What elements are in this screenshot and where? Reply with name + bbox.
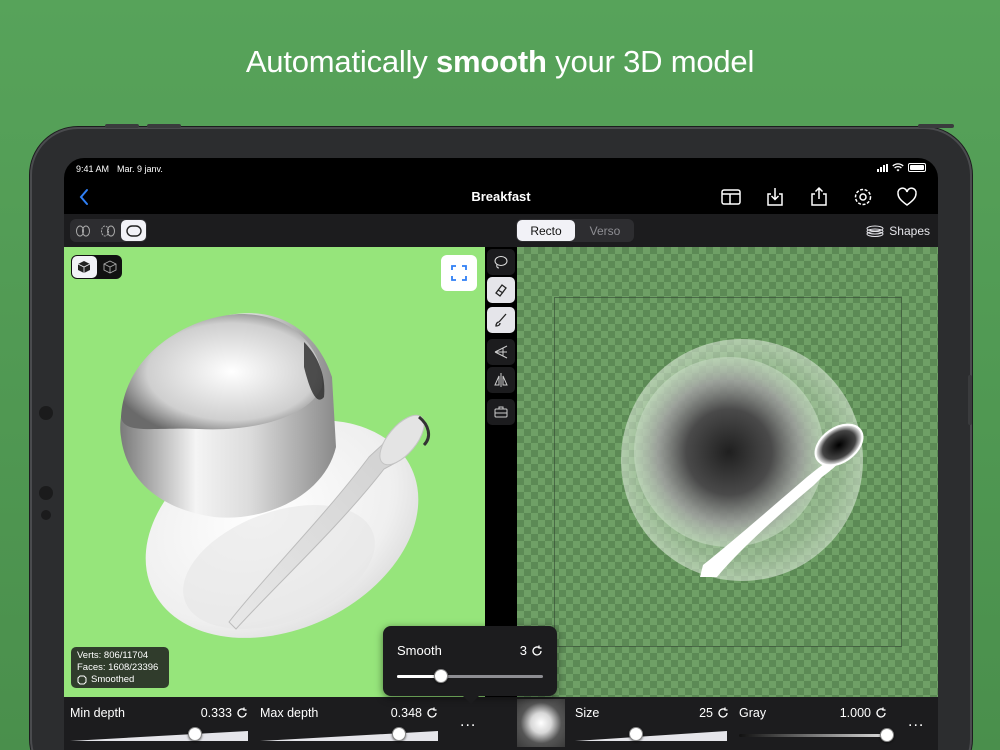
smooth-popover: Smooth 3 bbox=[383, 626, 557, 704]
gray-label: Gray bbox=[739, 706, 767, 720]
max-depth-slider[interactable] bbox=[260, 727, 438, 745]
fullscreen-button[interactable] bbox=[441, 255, 477, 291]
faces-stat: Faces: 1608/23396 bbox=[77, 662, 159, 673]
min-depth-value: 0.333 bbox=[200, 706, 232, 720]
symmetry-icon[interactable] bbox=[487, 367, 515, 393]
headline: Automatically smooth your 3D model bbox=[0, 44, 1000, 80]
brush-preview bbox=[517, 699, 565, 747]
status-bar: 9:41 AM Mar. 9 janv. bbox=[64, 158, 938, 180]
layout-icon[interactable] bbox=[720, 186, 742, 208]
more-options-button[interactable]: ... bbox=[460, 713, 476, 731]
shapes-label: Shapes bbox=[889, 224, 930, 238]
settings-icon[interactable] bbox=[852, 186, 874, 208]
camera-dot bbox=[39, 406, 53, 420]
smooth-label: Smooth bbox=[397, 643, 442, 658]
gray-knob[interactable] bbox=[880, 728, 894, 742]
lasso-icon[interactable] bbox=[487, 249, 515, 275]
headline-prefix: Automatically bbox=[245, 44, 436, 79]
perspective-icon[interactable] bbox=[487, 339, 515, 365]
reset-icon[interactable] bbox=[426, 707, 438, 719]
tab-verso[interactable]: Verso bbox=[576, 219, 634, 242]
eraser-icon[interactable] bbox=[487, 277, 515, 303]
parameter-bar: Min depth 0.333 Max depth 0.348 ... Size… bbox=[64, 697, 938, 750]
status-time: 9:41 AM bbox=[76, 164, 110, 174]
power-button bbox=[918, 124, 954, 128]
shapes-button[interactable]: Shapes bbox=[865, 224, 930, 238]
max-depth-value-group: 0.348 bbox=[391, 706, 438, 720]
max-depth-value: 0.348 bbox=[390, 706, 422, 720]
reset-icon[interactable] bbox=[236, 707, 248, 719]
shapes-icon bbox=[866, 225, 884, 237]
reset-icon[interactable] bbox=[531, 645, 543, 657]
brush-icon[interactable] bbox=[487, 307, 515, 333]
verts-stat: Verts: 806/11704 bbox=[77, 650, 149, 661]
tab-recto[interactable]: Recto bbox=[517, 220, 575, 241]
gray-value: 1.000 bbox=[839, 706, 871, 720]
reset-icon[interactable] bbox=[875, 707, 887, 719]
heart-icon[interactable] bbox=[896, 186, 918, 208]
render-mode-segment bbox=[71, 255, 122, 279]
nav-bar: Breakfast bbox=[64, 180, 938, 214]
size-control: Size 25 bbox=[569, 697, 733, 750]
editor-toolbar: Recto Verso Shapes bbox=[64, 214, 938, 247]
gray-slider[interactable] bbox=[739, 734, 887, 737]
depth-map-canvas[interactable] bbox=[517, 247, 938, 697]
view-mode-segment bbox=[70, 219, 147, 242]
toolbox-icon[interactable] bbox=[487, 399, 515, 425]
smooth-value-group: 3 bbox=[520, 643, 543, 658]
gray-control: Gray 1.000 bbox=[733, 697, 894, 750]
min-depth-knob[interactable] bbox=[187, 727, 202, 741]
wireframe-cube-icon[interactable] bbox=[98, 255, 123, 279]
max-depth-control: Max depth 0.348 bbox=[254, 697, 444, 750]
min-depth-slider[interactable] bbox=[70, 727, 248, 745]
wifi-icon bbox=[892, 163, 904, 172]
size-knob[interactable] bbox=[628, 727, 643, 741]
size-slider[interactable] bbox=[575, 727, 727, 745]
reset-icon[interactable] bbox=[717, 707, 729, 719]
headline-bold: smooth bbox=[436, 44, 547, 79]
single-view-icon[interactable] bbox=[121, 220, 146, 241]
min-depth-control: Min depth 0.333 bbox=[64, 697, 254, 750]
bounding-box bbox=[554, 297, 902, 647]
max-depth-label: Max depth bbox=[260, 706, 319, 720]
share-icon[interactable] bbox=[808, 186, 830, 208]
mesh-stats: Verts: 806/11704 Faces: 1608/23396 Smoot… bbox=[71, 647, 169, 688]
battery-icon bbox=[908, 163, 926, 172]
more-options-button[interactable]: ... bbox=[908, 713, 924, 731]
headline-suffix: your 3D model bbox=[546, 44, 755, 79]
status-date: Mar. 9 janv. bbox=[117, 164, 163, 174]
volume-button bbox=[105, 124, 139, 128]
signal-icon bbox=[877, 163, 888, 172]
size-value-group: 25 bbox=[699, 706, 729, 720]
min-depth-label: Min depth bbox=[70, 706, 125, 720]
mirror-front-icon[interactable] bbox=[70, 219, 95, 242]
size-value: 25 bbox=[699, 706, 713, 720]
smooth-slider[interactable] bbox=[397, 675, 543, 678]
camera-dot bbox=[41, 510, 51, 520]
smooth-knob[interactable] bbox=[433, 669, 448, 683]
smoothed-stat: Smoothed bbox=[91, 674, 135, 685]
smooth-value: 3 bbox=[519, 643, 527, 658]
gray-value-group: 1.000 bbox=[840, 706, 887, 720]
expand-icon bbox=[451, 265, 467, 281]
max-depth-knob[interactable] bbox=[391, 727, 406, 741]
mirror-back-icon[interactable] bbox=[95, 219, 120, 242]
camera-dot bbox=[39, 486, 53, 500]
volume-button bbox=[147, 124, 181, 128]
size-label: Size bbox=[575, 706, 600, 720]
download-icon[interactable] bbox=[764, 186, 786, 208]
side-button bbox=[968, 375, 972, 425]
side-segment: Recto Verso bbox=[516, 219, 634, 242]
min-depth-value-group: 0.333 bbox=[201, 706, 248, 720]
smoothed-icon bbox=[77, 675, 87, 685]
solid-cube-icon[interactable] bbox=[72, 256, 97, 278]
